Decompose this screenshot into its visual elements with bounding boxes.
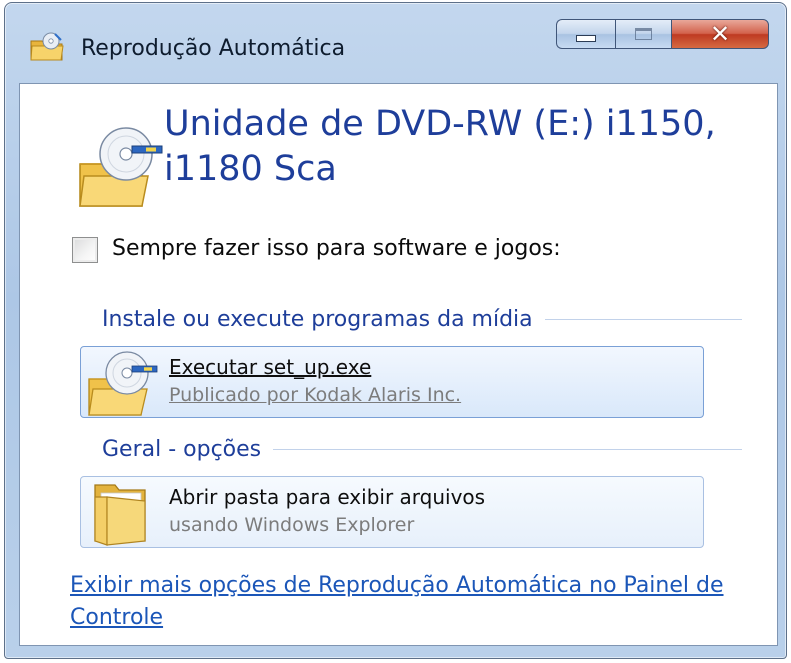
more-autoplay-options-link[interactable]: Exibir mais opções de Reprodução Automát… [70, 570, 750, 634]
dialog-content: Unidade de DVD-RW (E:) i1150, i1180 Sca … [19, 83, 778, 646]
open-folder-option[interactable]: Abrir pasta para exibir arquivos usando … [80, 476, 704, 548]
minimize-button[interactable] [556, 19, 615, 49]
title-bar[interactable]: Reprodução Automática ✕ [5, 3, 786, 83]
close-button[interactable]: ✕ [671, 19, 769, 49]
group-header-label: Geral - opções [102, 436, 262, 462]
open-folder-subtitle: usando Windows Explorer [169, 514, 415, 536]
maximize-icon [635, 28, 652, 40]
dvd-drive-icon [79, 127, 163, 207]
minimize-icon [576, 34, 596, 42]
maximize-button[interactable] [615, 19, 671, 49]
run-setup-option[interactable]: Executar set_up.exe Publicado por Kodak … [80, 346, 704, 418]
always-do-this-label[interactable]: Sempre fazer isso para software e jogos: [112, 236, 561, 261]
window-title: Reprodução Automática [81, 36, 346, 61]
autoplay-icon [30, 32, 64, 61]
device-title: Unidade de DVD-RW (E:) i1150, i1180 Sca [164, 104, 716, 189]
folder-icon [94, 484, 146, 546]
caption-buttons: ✕ [556, 19, 769, 49]
setup-disc-icon [88, 351, 158, 416]
group-divider [273, 448, 742, 450]
group-divider [544, 318, 742, 320]
group-header-label: Instale ou execute programas da mídia [102, 306, 533, 332]
close-icon: ✕ [709, 20, 731, 48]
autoplay-window: Reprodução Automática ✕ Unidade de DVD-R… [4, 2, 787, 659]
run-setup-title: Executar set_up.exe [169, 355, 372, 379]
group-header-general: Geral - opções [102, 434, 742, 464]
always-do-this-checkbox[interactable] [72, 237, 98, 263]
open-folder-title: Abrir pasta para exibir arquivos [169, 485, 486, 509]
run-setup-publisher: Publicado por Kodak Alaris Inc. [169, 384, 462, 406]
group-header-install: Instale ou execute programas da mídia [102, 304, 742, 334]
